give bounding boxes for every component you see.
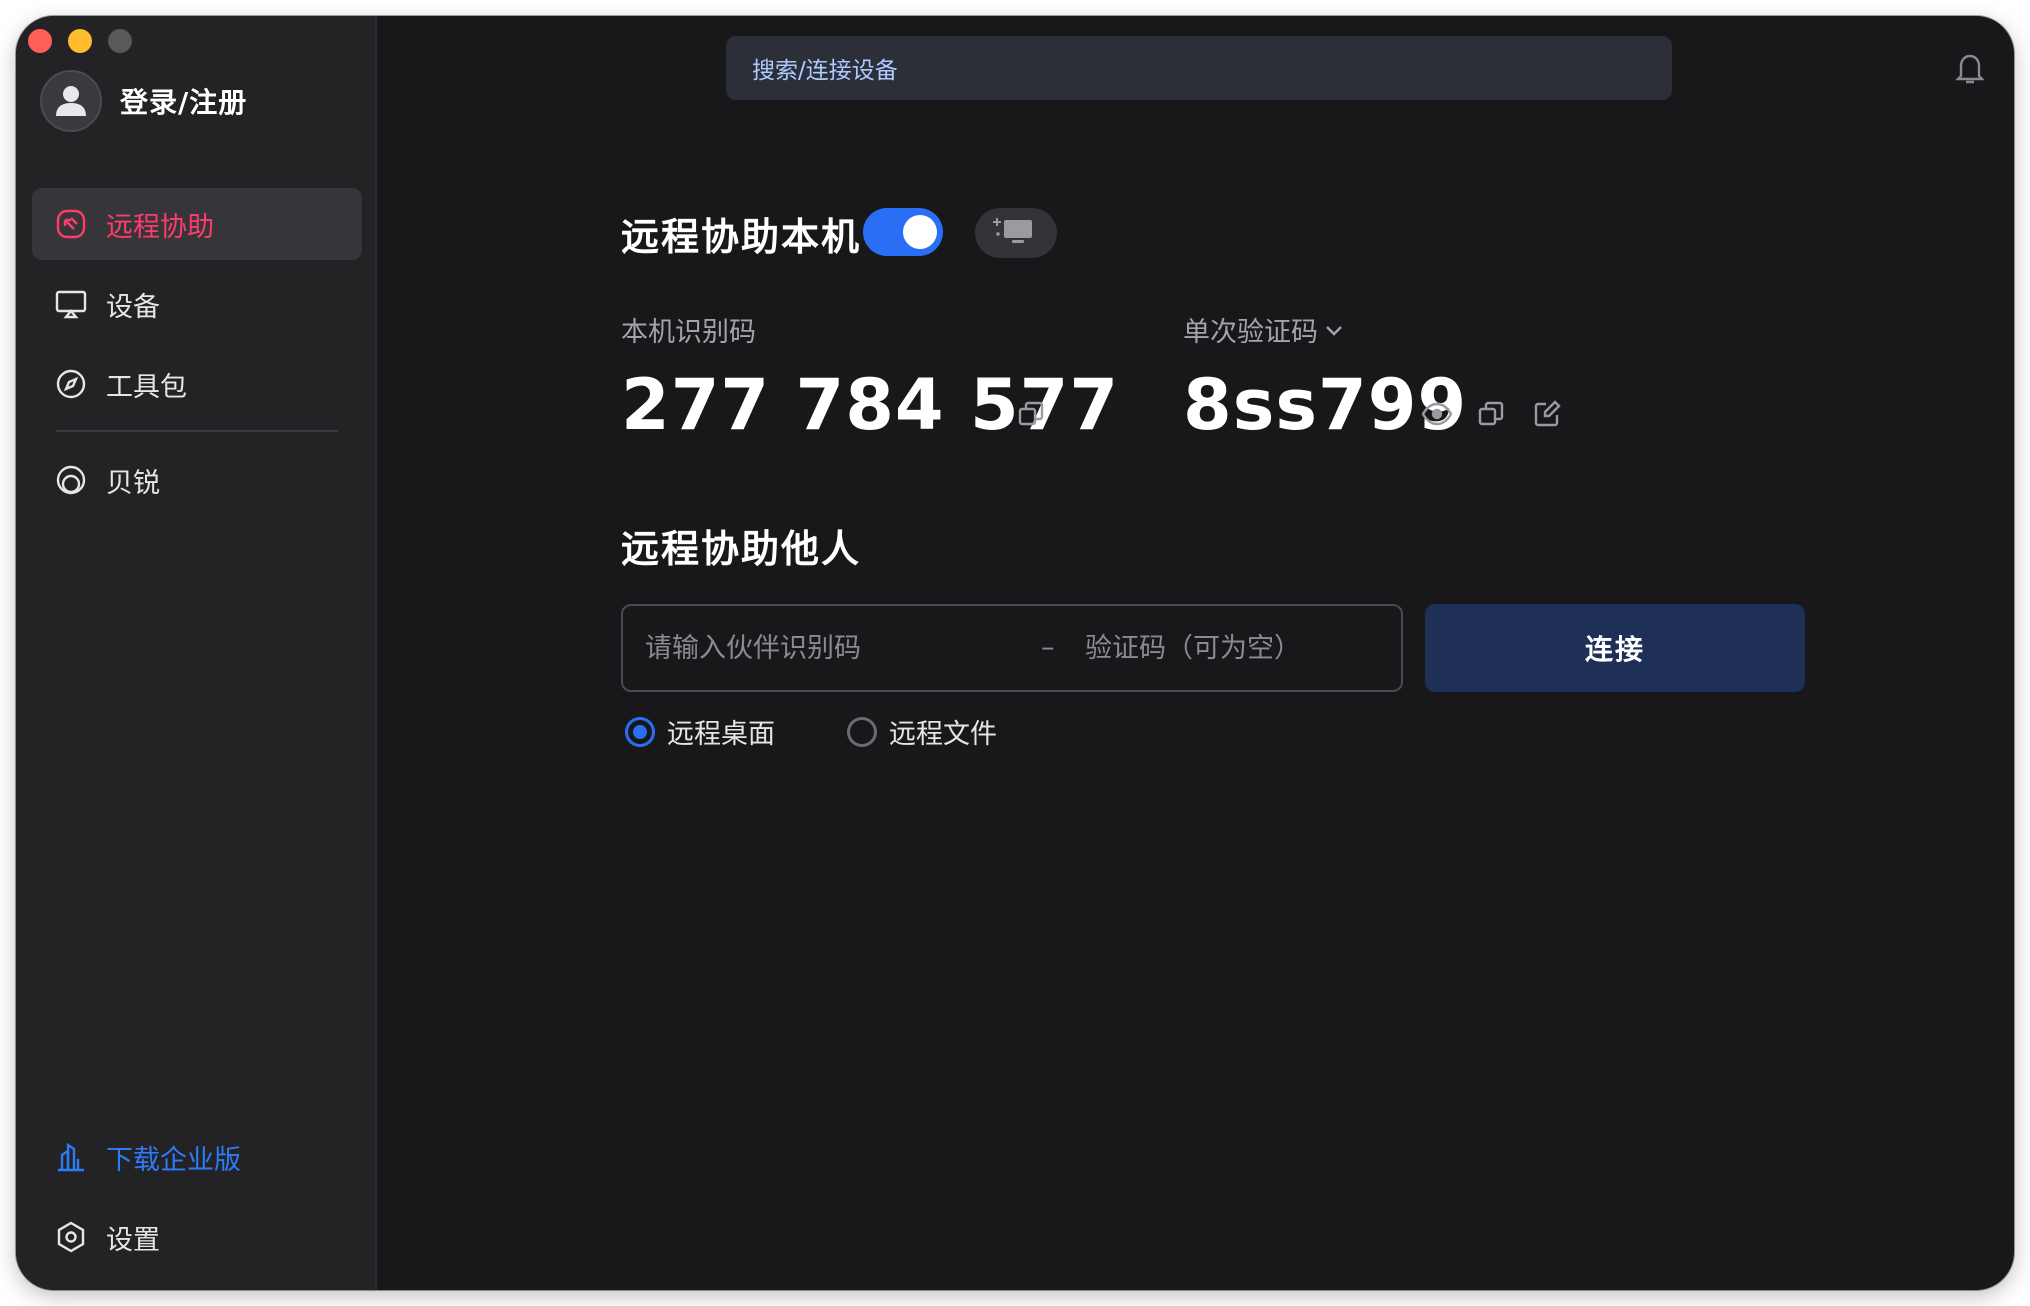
partner-id-input[interactable] [645,606,1025,690]
remote-file-radio[interactable]: 远程文件 [847,712,997,751]
chevron-down-icon [1326,325,1342,336]
oray-icon [54,463,88,497]
eye-icon[interactable] [1421,400,1453,432]
login-register-label: 登录/注册 [120,86,248,119]
sidebar-item-remote-assist[interactable]: 远程协助 [32,188,362,260]
connect-button[interactable]: 连接 [1425,604,1805,692]
sidebar-item-oray[interactable]: 贝锐 [32,444,362,516]
sidebar-divider [56,430,338,432]
sidebar-item-toolkit[interactable]: 工具包 [32,348,362,420]
sidebar-bottom: 下载企业版 设置 [32,1126,362,1286]
app-window: 登录/注册 远程协助 设备 工具包 贝锐 下载企业版 设置 搜索/连接设备 远程… [16,16,2014,1290]
input-separator: – [1041,632,1055,663]
window-controls [28,29,132,53]
settings-label: 设置 [106,1224,160,1256]
sidebar-item-label: 远程协助 [106,211,214,243]
device-id-label: 本机识别码 [621,317,756,348]
guest-section-title: 远程协助他人 [621,527,862,571]
edit-otp-icon[interactable] [1533,400,1565,432]
avatar-icon [40,70,102,132]
zoom-window-button[interactable] [108,29,132,53]
monitor-icon [54,287,88,321]
verification-code-input[interactable] [1085,606,1385,690]
copy-otp-icon[interactable] [1477,400,1509,432]
toggle-knob [903,215,937,249]
sidebar-item-label: 设备 [106,291,160,323]
radio-dot [847,716,877,747]
sidebar: 登录/注册 远程协助 设备 工具包 贝锐 下载企业版 设置 [16,16,377,1290]
sidebar-item-devices[interactable]: 设备 [32,268,362,340]
radio-label: 远程文件 [889,719,997,750]
otp-type-dropdown[interactable]: 单次验证码 [1183,310,1344,349]
radio-label: 远程桌面 [667,719,775,750]
screen-wall-button[interactable] [975,208,1057,258]
download-enterprise-label: 下载企业版 [106,1144,241,1176]
building-icon [54,1140,88,1174]
otp-label: 单次验证码 [1183,317,1318,348]
sidebar-item-settings[interactable]: 设置 [32,1206,362,1268]
minimize-window-button[interactable] [68,29,92,53]
remote-desktop-radio[interactable]: 远程桌面 [625,712,775,751]
compass-icon [54,367,88,401]
copy-id-icon[interactable] [1017,400,1049,432]
radio-dot [625,716,655,747]
download-enterprise-link[interactable]: 下载企业版 [32,1126,362,1188]
connect-input-group: – [621,604,1403,692]
screen-sparkle-icon [992,215,1040,251]
main-content: 远程协助本机 本机识别码 277 784 577 单次验证码 8ss799 远程… [377,16,2014,1290]
host-assist-toggle[interactable] [863,208,943,256]
close-window-button[interactable] [28,29,52,53]
login-register-button[interactable]: 登录/注册 [40,70,247,132]
remote-assist-icon [54,207,88,241]
sidebar-item-label: 贝锐 [106,467,160,499]
sidebar-nav: 远程协助 设备 工具包 贝锐 [32,188,362,524]
gear-icon [54,1220,88,1254]
sidebar-item-label: 工具包 [106,371,187,403]
host-section-title: 远程协助本机 [621,215,862,259]
